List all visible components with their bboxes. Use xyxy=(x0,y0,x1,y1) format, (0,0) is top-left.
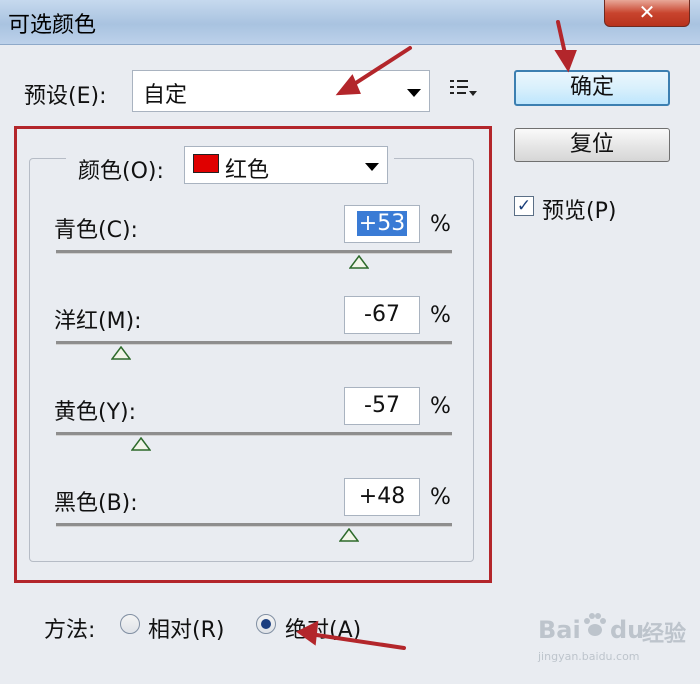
baidu-jingyan-watermark: Bai du 经验 jingyan.baidu.com xyxy=(538,610,688,670)
preset-value: 自定 xyxy=(143,83,188,108)
preview-label: 预览(P) xyxy=(542,199,617,224)
title-bar: 可选颜色 ✕ xyxy=(0,0,700,45)
window-title: 可选颜色 xyxy=(8,13,97,38)
relative-radio[interactable] xyxy=(120,614,140,634)
close-button[interactable]: ✕ xyxy=(604,0,690,27)
annotation-highlight-frame xyxy=(14,126,492,583)
radio-selected-dot xyxy=(261,619,271,629)
arrow-to-ok-head xyxy=(554,50,577,73)
close-icon: ✕ xyxy=(638,0,656,24)
preview-checkbox[interactable]: ✓ xyxy=(514,196,534,216)
chevron-down-icon xyxy=(407,89,421,97)
preset-label: 预设(E): xyxy=(24,84,107,109)
absolute-radio[interactable] xyxy=(256,614,276,634)
method-label: 方法: xyxy=(44,618,96,643)
ok-button[interactable]: 确定 xyxy=(514,70,670,106)
absolute-label: 绝对(A) xyxy=(285,618,362,643)
paw-logo-icon xyxy=(584,613,606,636)
preset-dropdown[interactable]: 自定 xyxy=(132,70,430,112)
relative-label: 相对(R) xyxy=(148,618,225,643)
reset-button[interactable]: 复位 xyxy=(514,128,670,162)
preset-options-menu-icon[interactable] xyxy=(450,78,477,98)
